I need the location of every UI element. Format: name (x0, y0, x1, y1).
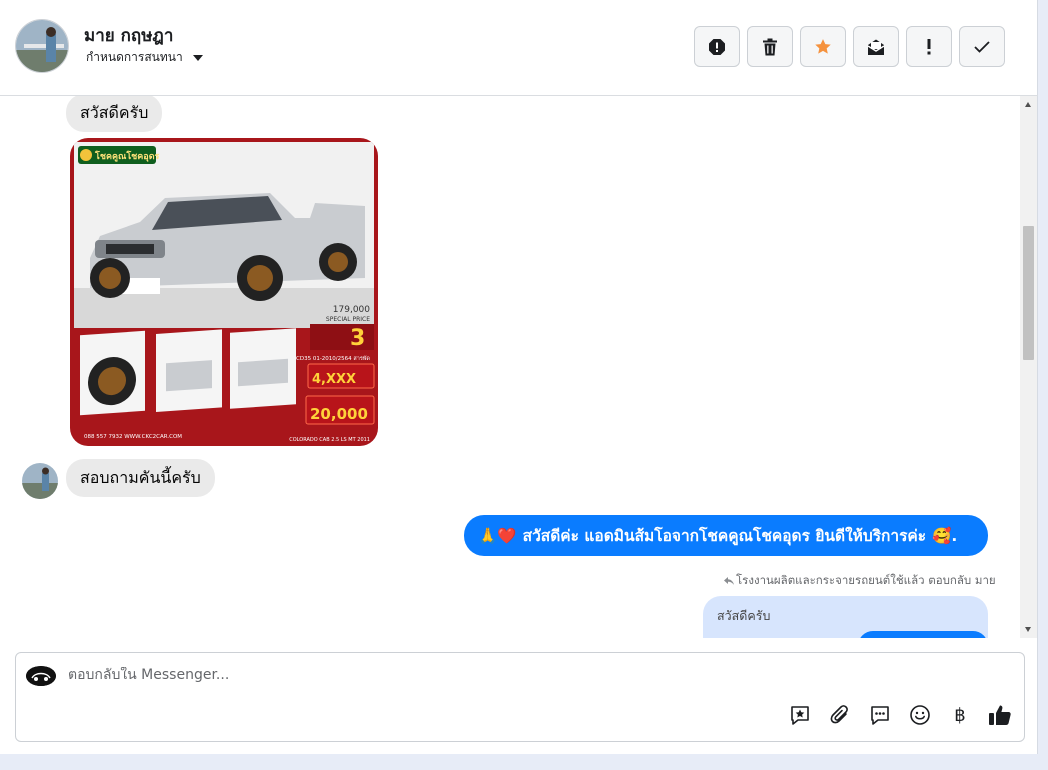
saved-reply-icon (791, 706, 809, 725)
assign-label: กำหนดการสนทนา (86, 50, 183, 64)
like-button[interactable] (988, 703, 1012, 727)
page-background-edge (1040, 0, 1048, 770)
incoming-message[interactable]: สอบถามคันนี้ครับ (66, 459, 215, 497)
scrollbar-thumb[interactable] (1023, 226, 1034, 360)
payment-button[interactable]: ฿ (948, 703, 972, 727)
ad-installment-years: 3 (350, 326, 365, 351)
saved-reply-button[interactable] (788, 703, 812, 727)
spam-button[interactable] (694, 26, 740, 67)
delete-button[interactable] (747, 26, 793, 67)
page-logo-icon (26, 666, 56, 686)
thread-scrollbar[interactable] (1020, 96, 1037, 638)
ad-price-value: 179,000 (333, 305, 370, 315)
outgoing-message-text: สวัสดีค่ะ แอดมินส้มโอจากโชคคูณโชคอุดร ยิ… (522, 527, 927, 545)
quoted-message[interactable]: สวัสดีครับ (703, 596, 988, 638)
scroll-up-arrow-icon[interactable] (1025, 102, 1031, 107)
ad-price-label: SPECIAL PRICE (326, 316, 370, 323)
incoming-message[interactable]: สวัสดีครับ (66, 96, 163, 132)
follow-up-button[interactable] (906, 26, 952, 67)
conversation-header: มาย กฤษฎา กำหนดการสนทนา (0, 0, 1038, 96)
scroll-down-arrow-icon[interactable] (1025, 627, 1031, 632)
page-background-bottom (0, 754, 1048, 770)
check-icon (974, 40, 990, 53)
reply-note: โรงงานผลิตและกระจายรถยนต์ใช้แล้ว ตอบกลับ… (724, 572, 996, 590)
header-toolbar (694, 26, 1005, 67)
customer-avatar[interactable] (15, 19, 69, 73)
quick-reply-button[interactable] (868, 703, 892, 727)
mark-done-button[interactable] (959, 26, 1005, 67)
customer-name: มาย กฤษฎา (84, 26, 174, 46)
quoted-message-text: สวัสดีครับ (717, 608, 771, 623)
conversation-panel: มาย กฤษฎา กำหนดการสนทนา สวัสดีครับ โชคคู… (0, 0, 1038, 754)
car-ad-image[interactable]: โชคคูณโชคอุดร 179,000 SPECIAL PRICE 3 CD… (70, 138, 378, 446)
attach-button[interactable] (828, 703, 852, 727)
trash-icon (763, 38, 777, 55)
message-composer: ฿ (15, 652, 1025, 742)
attach-icon (830, 705, 848, 724)
star-button[interactable] (800, 26, 846, 67)
assign-conversation-dropdown[interactable]: กำหนดการสนทนา (86, 48, 203, 67)
customer-avatar-small[interactable] (22, 463, 58, 499)
outgoing-message-partial[interactable] (858, 631, 988, 638)
ad-down-payment: 4,XXX (312, 372, 356, 387)
emoji-button[interactable] (908, 703, 932, 727)
mark-unread-button[interactable] (853, 26, 899, 67)
spam-icon (709, 38, 725, 55)
reply-note-text: โรงงานผลิตและกระจายรถยนต์ใช้แล้ว ตอบกลับ… (736, 573, 996, 587)
ad-footer-phone: 088 557 7932 WWW.CKC2CAR.COM (84, 434, 182, 440)
emoji-lead: 🙏❤️ (478, 526, 517, 545)
ad-badge-text: โชคคูณโชคอุดร (94, 150, 160, 162)
chevron-down-icon (192, 54, 203, 61)
composer-tools: ฿ (788, 703, 1012, 727)
baht-icon: ฿ (954, 704, 966, 726)
outgoing-message[interactable]: 🙏❤️ สวัสดีค่ะ แอดมินส้มโอจากโชคคูณโชคอุด… (464, 515, 988, 556)
emoji-trail: 🥰. (932, 526, 958, 545)
quick-reply-icon (871, 706, 889, 725)
ad-monthly: 20,000 (310, 405, 368, 423)
star-icon (815, 38, 831, 54)
reply-arrow-icon (724, 576, 734, 585)
mark-unread-icon (867, 39, 885, 55)
ad-footer-model: COLORADO CAB 2.5 LS MT 2011 (289, 437, 370, 443)
reply-input[interactable] (68, 667, 768, 683)
emoji-icon (910, 705, 930, 725)
follow-up-icon (927, 38, 931, 54)
ad-model-line: CD35 01-2010/2564 สารพัด (296, 355, 370, 362)
message-thread: สวัสดีครับ โชคคูณโชคอุดร 179,000 SPECIAL… (0, 96, 1020, 638)
like-icon (989, 705, 1011, 725)
